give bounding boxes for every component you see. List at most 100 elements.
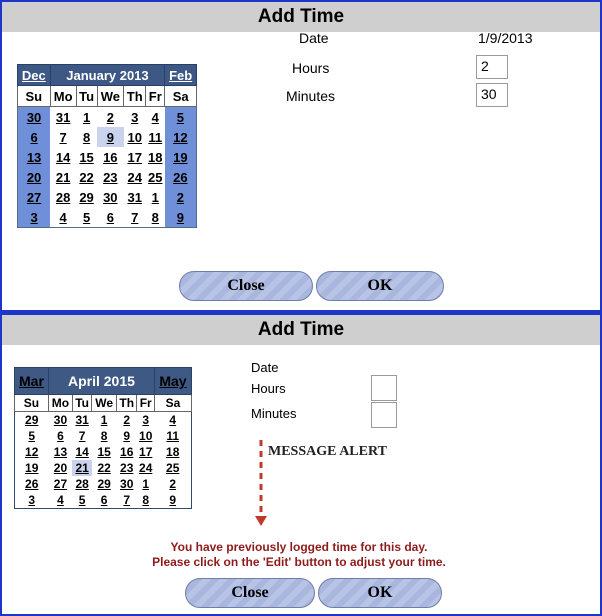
calendar-day[interactable]: 4 (50, 207, 76, 228)
minutes-input[interactable] (371, 402, 397, 428)
calendar-day[interactable]: 9 (97, 127, 124, 147)
calendar-day[interactable]: 29 (92, 476, 117, 492)
calendar-day[interactable]: 19 (15, 460, 49, 476)
calendar-day[interactable]: 1 (92, 412, 117, 429)
calendar-day[interactable]: 25 (146, 167, 165, 187)
calendar-day[interactable]: 28 (50, 187, 76, 207)
calendar-day[interactable]: 5 (76, 207, 97, 228)
calendar-day[interactable]: 27 (17, 187, 51, 207)
calendar-day[interactable]: 16 (97, 147, 124, 167)
calendar-day[interactable]: 22 (76, 167, 97, 187)
calendar-day[interactable]: 12 (164, 127, 197, 147)
calendar-day[interactable]: 5 (15, 428, 49, 444)
calendar-day[interactable]: 3 (15, 492, 49, 509)
close-button[interactable]: Close (185, 578, 315, 608)
calendar-day[interactable]: 1 (146, 187, 165, 207)
calendar-day[interactable]: 30 (97, 187, 124, 207)
calendar-day[interactable]: 8 (137, 492, 155, 509)
calendar-day[interactable]: 15 (92, 444, 117, 460)
calendar-day[interactable]: 11 (154, 428, 191, 444)
calendar-day[interactable]: 9 (154, 492, 191, 509)
calendar-day[interactable]: 17 (137, 444, 155, 460)
prev-month-link[interactable]: Dec (17, 64, 51, 86)
calendar-day[interactable]: 3 (124, 107, 146, 128)
calendar-day[interactable]: 31 (72, 412, 91, 429)
calendar-day[interactable]: 15 (76, 147, 97, 167)
calendar-day[interactable]: 3 (17, 207, 51, 228)
calendar-day[interactable]: 20 (48, 460, 72, 476)
calendar-day[interactable]: 29 (15, 412, 49, 429)
ok-button[interactable]: OK (316, 271, 444, 301)
calendar-day[interactable]: 26 (15, 476, 49, 492)
calendar-day[interactable]: 31 (50, 107, 76, 128)
calendar-day[interactable]: 24 (137, 460, 155, 476)
calendar-day[interactable]: 4 (146, 107, 165, 128)
calendar-day[interactable]: 6 (92, 492, 117, 509)
calendar-day[interactable]: 7 (116, 492, 137, 509)
calendar-day[interactable]: 30 (17, 106, 51, 127)
calendar-day[interactable]: 8 (146, 207, 165, 228)
calendar-day[interactable]: 21 (50, 167, 76, 187)
calendar-day[interactable]: 1 (76, 107, 97, 128)
calendar-day[interactable]: 6 (97, 207, 124, 228)
calendar-day[interactable]: 18 (146, 147, 165, 167)
calendar-day[interactable]: 9 (116, 428, 137, 444)
calendar-day[interactable]: 14 (72, 444, 91, 460)
hours-input[interactable] (371, 375, 397, 401)
calendar-day[interactable]: 6 (17, 127, 51, 147)
calendar-day[interactable]: 20 (17, 167, 51, 187)
calendar-day[interactable]: 24 (124, 167, 146, 187)
calendar-day[interactable]: 2 (154, 476, 191, 492)
calendar-day[interactable]: 16 (116, 444, 137, 460)
calendar-day[interactable]: 23 (116, 460, 137, 476)
calendar-day[interactable]: 12 (15, 444, 49, 460)
next-month-link[interactable]: Feb (164, 64, 197, 86)
calendar-day[interactable]: 11 (146, 127, 165, 147)
calendar-day[interactable]: 5 (164, 106, 197, 127)
calendar-day[interactable]: 19 (164, 147, 197, 167)
calendar-day[interactable]: 1 (137, 476, 155, 492)
prev-month-link[interactable]: Mar (14, 367, 49, 395)
calendar-day[interactable]: 5 (72, 492, 91, 509)
calendar-day[interactable]: 27 (48, 476, 72, 492)
calendar-day[interactable]: 10 (124, 127, 146, 147)
add-time-dialog-1: Add Time Dec January 2013 Feb Su Mo Tu We Th… (0, 0, 602, 312)
calendar-day[interactable]: 29 (76, 187, 97, 207)
calendar-day[interactable]: 4 (48, 492, 72, 509)
calendar-day[interactable]: 21 (72, 460, 92, 476)
calendar-day[interactable]: 23 (97, 167, 124, 187)
calendar-day[interactable]: 13 (17, 147, 51, 167)
calendar-week-row: 20 21 22 23 24 25 26 (17, 167, 197, 187)
calendar-day[interactable]: 18 (154, 444, 191, 460)
close-button[interactable]: Close (179, 271, 313, 301)
calendar-day[interactable]: 4 (154, 412, 191, 429)
calendar-day[interactable]: 2 (97, 107, 124, 128)
calendar-day[interactable]: 7 (50, 127, 76, 147)
calendar-day[interactable]: 8 (92, 428, 117, 444)
calendar-day[interactable]: 28 (72, 476, 91, 492)
calendar-day[interactable]: 3 (137, 412, 155, 429)
calendar-day[interactable]: 8 (76, 127, 97, 147)
ok-button[interactable]: OK (318, 578, 442, 608)
calendar-day[interactable]: 26 (164, 167, 197, 187)
calendar-day[interactable]: 30 (48, 412, 72, 429)
calendar-day[interactable]: 9 (164, 207, 197, 228)
calendar-day[interactable]: 2 (116, 412, 137, 429)
next-month-link[interactable]: May (153, 367, 193, 395)
calendar-day[interactable]: 31 (124, 187, 146, 207)
calendar-day[interactable]: 30 (116, 476, 137, 492)
calendar-day[interactable]: 6 (48, 428, 72, 444)
calendar-day[interactable]: 22 (92, 460, 117, 476)
calendar-day[interactable]: 7 (72, 428, 91, 444)
minutes-input[interactable]: 30 (476, 83, 508, 107)
weekday-header: Th (115, 394, 138, 412)
calendar-day[interactable]: 10 (137, 428, 155, 444)
calendar-day[interactable]: 2 (164, 187, 197, 207)
minutes-label: Minutes (251, 406, 297, 421)
calendar-day[interactable]: 17 (124, 147, 146, 167)
calendar-day[interactable]: 14 (50, 147, 76, 167)
calendar-day[interactable]: 13 (48, 444, 72, 460)
hours-input[interactable]: 2 (476, 55, 508, 79)
calendar-day[interactable]: 25 (154, 460, 191, 476)
calendar-day[interactable]: 7 (124, 207, 146, 228)
